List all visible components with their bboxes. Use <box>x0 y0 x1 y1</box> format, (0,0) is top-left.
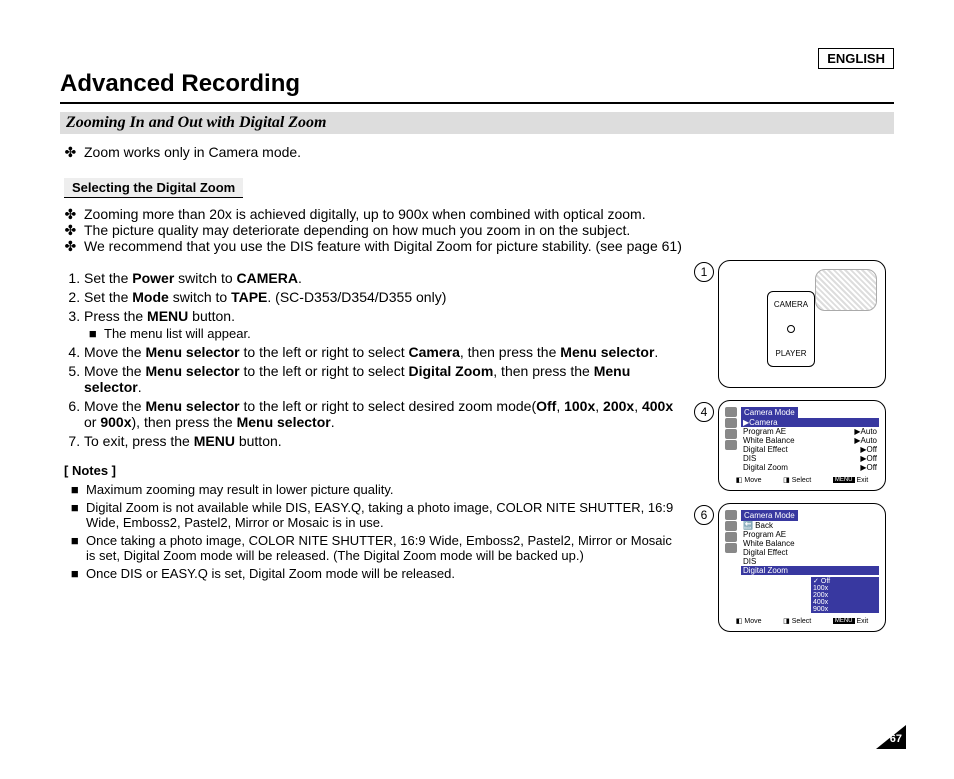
menu-back: 🔙 Back <box>741 521 879 530</box>
exit-hint: MENU Exit <box>833 476 868 484</box>
figure-number: 4 <box>694 402 714 422</box>
page-number-value: 67 <box>890 733 902 745</box>
figures-column: 1 CAMERA PLAYER 4 Camera Mode ▶Camer <box>694 260 894 632</box>
note-item: Once DIS or EASY.Q is set, Digital Zoom … <box>86 566 680 581</box>
menu-row: Digital Effect <box>741 548 879 557</box>
step: Move the Menu selector to the left or ri… <box>84 363 680 395</box>
menu-icon-column <box>725 510 739 553</box>
sub-heading: Selecting the Digital Zoom <box>64 178 243 198</box>
move-hint: ◧ Move <box>736 617 762 625</box>
figure-menu-4: Camera Mode ▶Camera Program AE▶Auto Whit… <box>718 400 886 491</box>
bullet-item: The picture quality may deteriorate depe… <box>84 222 894 238</box>
menu-row: Program AE <box>741 530 879 539</box>
menu-selected: ▶Camera <box>741 418 879 427</box>
zoom-options: Off 100x 200x 400x 900x <box>741 577 879 613</box>
language-badge: ENGLISH <box>818 48 894 69</box>
bullet-item: Zooming more than 20x is achieved digita… <box>84 206 894 222</box>
select-hint: ◨ Select <box>783 617 811 625</box>
feature-bullets: Zooming more than 20x is achieved digita… <box>60 206 894 254</box>
title-rule <box>60 102 894 104</box>
menu-row: White Balance <box>741 539 879 548</box>
menu-row: White Balance▶Auto <box>741 436 879 445</box>
select-hint: ◨ Select <box>783 476 811 484</box>
menu-icon-column <box>725 407 739 450</box>
page-title: Advanced Recording <box>60 70 894 98</box>
menu-title: Camera Mode <box>741 407 798 418</box>
menu-selected: Digital Zoom <box>741 566 879 575</box>
mode-dial: CAMERA PLAYER <box>767 291 815 367</box>
zoom-option: 200x <box>811 592 879 599</box>
page-number: 67 <box>876 725 906 749</box>
section-subtitle: Zooming In and Out with Digital Zoom <box>60 112 894 134</box>
camcorder-body-icon <box>815 269 877 311</box>
step: Press the MENU button. The menu list wil… <box>84 308 680 341</box>
intro-bullets: Zoom works only in Camera mode. <box>60 144 894 160</box>
exit-hint: MENU Exit <box>833 617 868 625</box>
instructions-column: Set the Power switch to CAMERA. Set the … <box>60 264 680 632</box>
menu-title: Camera Mode <box>741 510 798 521</box>
menu-row: DIS▶Off <box>741 454 879 463</box>
step: Set the Mode switch to TAPE. (SC-D353/D3… <box>84 289 680 305</box>
step: Set the Power switch to CAMERA. <box>84 270 680 286</box>
figure-number: 1 <box>694 262 714 282</box>
manual-page: ENGLISH Advanced Recording Zooming In an… <box>0 0 954 779</box>
mode-camera-label: CAMERA <box>774 300 808 309</box>
menu-row: DIS <box>741 557 879 566</box>
note-item: Maximum zooming may result in lower pict… <box>86 482 680 497</box>
figure-number: 6 <box>694 505 714 525</box>
dial-dot-icon <box>787 325 795 333</box>
step: Move the Menu selector to the left or ri… <box>84 344 680 360</box>
notes-list: Maximum zooming may result in lower pict… <box>66 482 680 581</box>
zoom-option: 400x <box>811 599 879 606</box>
zoom-option: 100x <box>811 585 879 592</box>
menu-row: Digital Zoom▶Off <box>741 463 879 472</box>
menu-row: Program AE▶Auto <box>741 427 879 436</box>
step: Move the Menu selector to the left or ri… <box>84 398 680 430</box>
menu-footer: ◧ Move ◨ Select MENU Exit <box>725 617 879 625</box>
move-hint: ◧ Move <box>736 476 762 484</box>
step: To exit, press the MENU button. <box>84 433 680 449</box>
note-item: Once taking a photo image, COLOR NITE SH… <box>86 533 680 563</box>
mode-player-label: PLAYER <box>776 349 807 358</box>
zoom-option: 900x <box>811 606 879 613</box>
menu-footer: ◧ Move ◨ Select MENU Exit <box>725 476 879 484</box>
sub-step: The menu list will appear. <box>104 326 680 341</box>
note-item: Digital Zoom is not available while DIS,… <box>86 500 680 530</box>
intro-bullet: Zoom works only in Camera mode. <box>84 144 894 160</box>
figure-power-switch: CAMERA PLAYER <box>718 260 886 388</box>
zoom-option: Off <box>811 577 879 585</box>
menu-row: Digital Effect▶Off <box>741 445 879 454</box>
figure-menu-6: Camera Mode 🔙 Back Program AE White Bala… <box>718 503 886 632</box>
notes-header: [ Notes ] <box>64 463 680 478</box>
bullet-item: We recommend that you use the DIS featur… <box>84 238 894 254</box>
steps-list: Set the Power switch to CAMERA. Set the … <box>60 270 680 449</box>
